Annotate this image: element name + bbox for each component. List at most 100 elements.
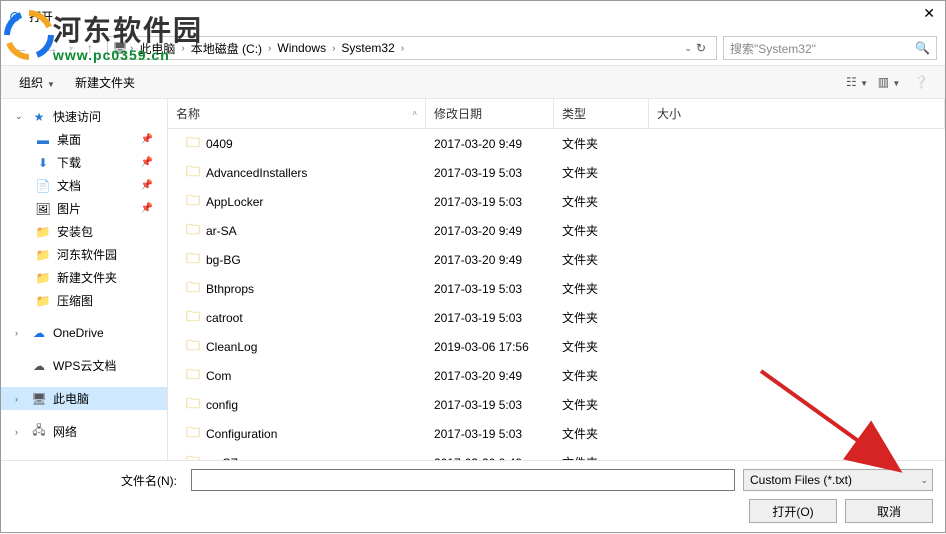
sidebar-item-folder[interactable]: 📁压缩图	[1, 289, 167, 312]
breadcrumb[interactable]: 🖥 › 此电脑 › 本地磁盘 (C:) › Windows › System32…	[107, 36, 717, 60]
folder-icon: 🗀	[186, 422, 200, 446]
help-icon[interactable]: ❔	[907, 75, 935, 89]
sidebar-onedrive[interactable]: › ☁ OneDrive	[1, 322, 167, 344]
sidebar: ⌄ ★ 快速访问 ▬桌面📌 ⬇下载📌 📄文档📌 🖼图片📌 📁安装包 📁河东软件园…	[1, 99, 168, 460]
sidebar-this-pc[interactable]: › 🖥 此电脑	[1, 387, 167, 410]
file-type: 文件夹	[554, 364, 649, 388]
file-type: 文件夹	[554, 161, 649, 185]
open-button[interactable]: 打开(O)	[749, 499, 837, 523]
file-date: 2017-03-20 9:49	[426, 451, 554, 461]
file-type: 文件夹	[554, 190, 649, 214]
nav-up-button[interactable]: ↑	[79, 36, 101, 60]
table-row[interactable]: 🗀bg-BG2017-03-20 9:49文件夹	[168, 245, 945, 274]
chevron-right-icon[interactable]: ›	[266, 43, 273, 54]
sidebar-item-label: 下载	[57, 154, 81, 171]
file-date: 2017-03-20 9:49	[426, 219, 554, 243]
file-name: CleanLog	[206, 340, 257, 354]
expand-icon[interactable]: ⌄	[15, 111, 25, 122]
expand-icon[interactable]: ›	[15, 427, 25, 437]
table-row[interactable]: 🗀CleanLog2019-03-06 17:56文件夹	[168, 332, 945, 361]
folder-icon: 🗀	[186, 132, 200, 156]
file-date: 2017-03-19 5:03	[426, 393, 554, 417]
file-type: 文件夹	[554, 132, 649, 156]
table-row[interactable]: 🗀cs-CZ2017-03-20 9:49文件夹	[168, 448, 945, 460]
breadcrumb-segment[interactable]: Windows	[273, 41, 330, 55]
sidebar-item-documents[interactable]: 📄文档📌	[1, 174, 167, 197]
new-folder-button[interactable]: 新建文件夹	[67, 70, 143, 95]
preview-pane-icon[interactable]: ▥ ▼	[875, 75, 903, 89]
file-size	[649, 335, 945, 359]
chevron-right-icon[interactable]: ›	[330, 43, 337, 54]
pin-icon: 📌	[141, 180, 153, 191]
sidebar-item-label: 此电脑	[53, 390, 89, 407]
search-input[interactable]: 搜索"System32" 🔍	[723, 36, 937, 60]
table-row[interactable]: 🗀config2017-03-19 5:03文件夹	[168, 390, 945, 419]
table-row[interactable]: 🗀04092017-03-20 9:49文件夹	[168, 129, 945, 158]
file-type: 文件夹	[554, 219, 649, 243]
file-date: 2017-03-20 9:49	[426, 132, 554, 156]
star-icon: ★	[31, 109, 47, 125]
sidebar-item-folder[interactable]: 📁新建文件夹	[1, 266, 167, 289]
table-row[interactable]: 🗀catroot2017-03-19 5:03文件夹	[168, 303, 945, 332]
table-row[interactable]: 🗀Com2017-03-20 9:49文件夹	[168, 361, 945, 390]
main-area: ⌄ ★ 快速访问 ▬桌面📌 ⬇下载📌 📄文档📌 🖼图片📌 📁安装包 📁河东软件园…	[1, 99, 945, 460]
sidebar-wps[interactable]: ☁ WPS云文档	[1, 354, 167, 377]
file-type: 文件夹	[554, 277, 649, 301]
sidebar-item-folder[interactable]: 📁河东软件园	[1, 243, 167, 266]
file-size	[649, 161, 945, 185]
nav-forward-button[interactable]: →	[39, 36, 63, 60]
expand-icon[interactable]: ›	[15, 328, 25, 338]
sidebar-quick-access[interactable]: ⌄ ★ 快速访问	[1, 105, 167, 128]
file-size	[649, 190, 945, 214]
column-header-size[interactable]: 大小	[649, 99, 945, 128]
breadcrumb-segment[interactable]: System32	[337, 41, 398, 55]
column-header-type[interactable]: 类型	[554, 99, 649, 128]
organize-button[interactable]: 组织▼	[11, 70, 63, 95]
file-name: catroot	[206, 311, 243, 325]
table-row[interactable]: 🗀ar-SA2017-03-20 9:49文件夹	[168, 216, 945, 245]
titlebar: ◎ 打开 ✕	[1, 1, 945, 31]
refresh-icon[interactable]: ↻	[696, 41, 706, 55]
nav-back-button[interactable]: ←	[9, 36, 33, 60]
chevron-right-icon[interactable]: ›	[179, 43, 186, 54]
table-row[interactable]: 🗀Configuration2017-03-19 5:03文件夹	[168, 419, 945, 448]
search-icon[interactable]: 🔍	[915, 41, 930, 55]
organize-label: 组织	[19, 76, 43, 90]
file-date: 2017-03-19 5:03	[426, 277, 554, 301]
app-icon: ◎	[7, 8, 23, 24]
sidebar-item-desktop[interactable]: ▬桌面📌	[1, 128, 167, 151]
file-type-filter[interactable]: Custom Files (*.txt) ⌄	[743, 469, 933, 491]
chevron-right-icon[interactable]: ›	[128, 43, 135, 54]
column-header-name[interactable]: 名称˄	[168, 99, 426, 128]
cloud-icon: ☁	[31, 325, 47, 341]
file-name: ar-SA	[206, 224, 237, 238]
table-row[interactable]: 🗀AdvancedInstallers2017-03-19 5:03文件夹	[168, 158, 945, 187]
view-options-icon[interactable]: ☷ ▼	[843, 75, 871, 89]
chevron-right-icon[interactable]: ›	[399, 43, 406, 54]
filename-input[interactable]	[191, 469, 735, 491]
sidebar-item-pictures[interactable]: 🖼图片📌	[1, 197, 167, 220]
breadcrumb-dropdown-icon[interactable]: ⌄	[684, 43, 692, 54]
history-dropdown-icon[interactable]: ▾	[69, 44, 73, 53]
file-name: config	[206, 398, 238, 412]
sidebar-network[interactable]: › 🖧 网络	[1, 420, 167, 443]
window-title: 打开	[29, 8, 53, 25]
sidebar-item-downloads[interactable]: ⬇下载📌	[1, 151, 167, 174]
column-label: 大小	[657, 105, 681, 122]
folder-icon: 📁	[35, 293, 51, 309]
sidebar-item-label: 河东软件园	[57, 246, 117, 263]
table-row[interactable]: 🗀Bthprops2017-03-19 5:03文件夹	[168, 274, 945, 303]
cancel-button[interactable]: 取消	[845, 499, 933, 523]
file-date: 2017-03-20 9:49	[426, 364, 554, 388]
expand-icon[interactable]: ›	[15, 394, 25, 404]
column-label: 类型	[562, 105, 586, 122]
sidebar-item-label: 文档	[57, 177, 81, 194]
breadcrumb-segment[interactable]: 本地磁盘 (C:)	[187, 40, 266, 57]
filter-label: Custom Files (*.txt)	[750, 473, 852, 487]
close-icon[interactable]: ✕	[923, 5, 935, 22]
sidebar-item-folder[interactable]: 📁安装包	[1, 220, 167, 243]
column-header-date[interactable]: 修改日期	[426, 99, 554, 128]
file-date: 2017-03-20 9:49	[426, 248, 554, 272]
breadcrumb-segment[interactable]: 此电脑	[135, 40, 179, 57]
table-row[interactable]: 🗀AppLocker2017-03-19 5:03文件夹	[168, 187, 945, 216]
